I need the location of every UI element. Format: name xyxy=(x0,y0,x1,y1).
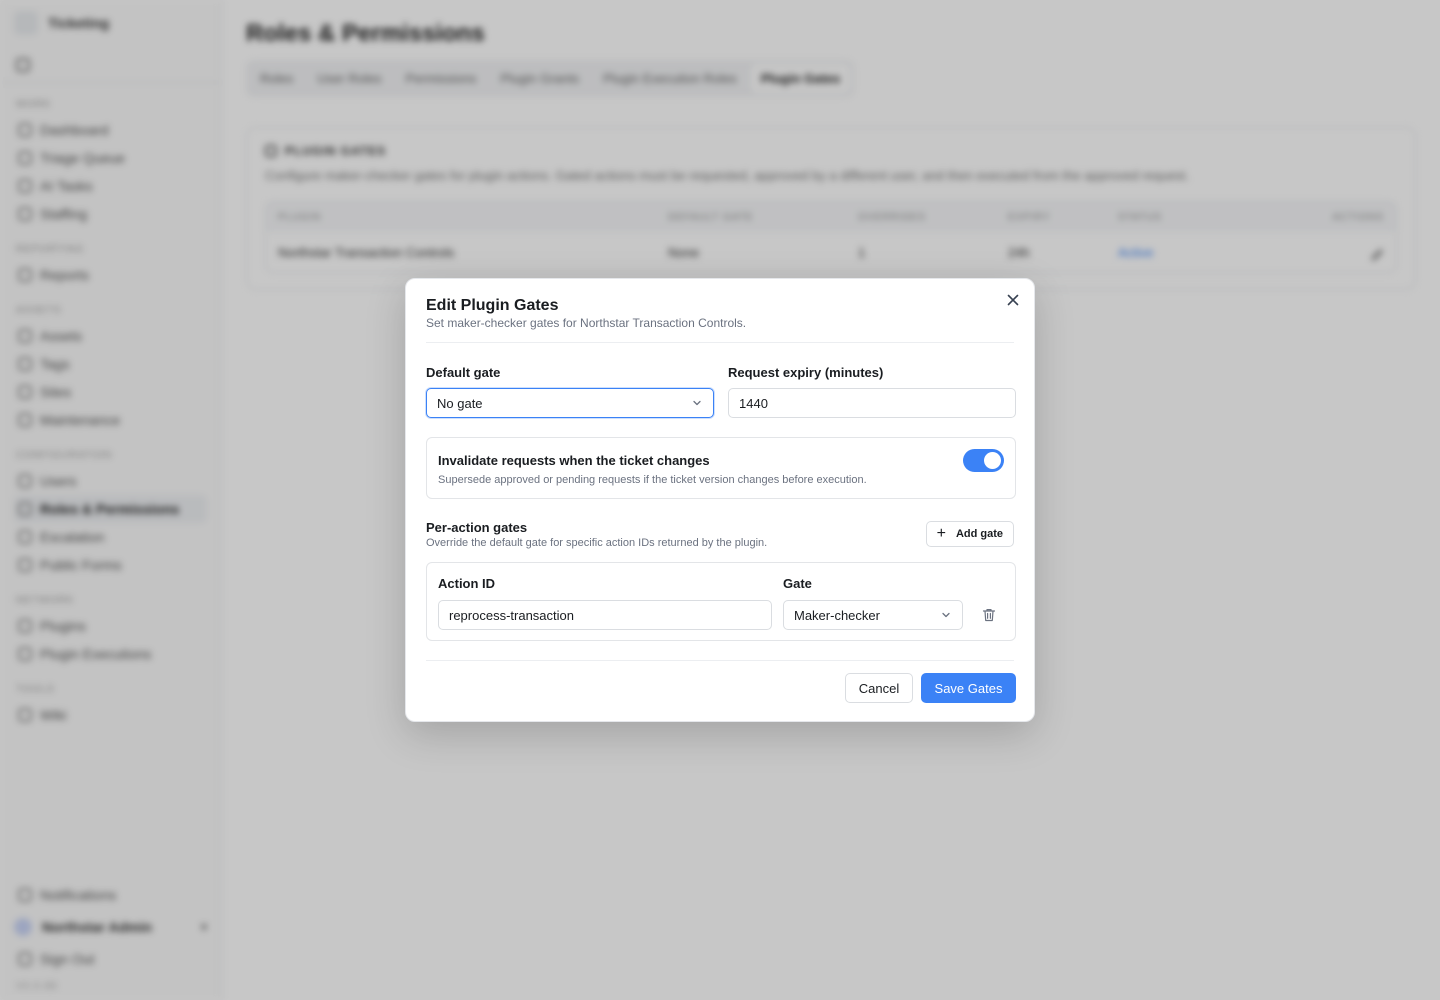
plus-icon: + xyxy=(936,525,946,542)
cancel-button[interactable]: Cancel xyxy=(845,673,913,703)
request-expiry-label: Request expiry (minutes) xyxy=(728,365,884,380)
per-action-gates-title: Per-action gates xyxy=(426,520,528,535)
add-gate-label: Add gate xyxy=(955,528,1003,540)
invalidate-requests-description: Supersede approved or pending requests i… xyxy=(438,474,867,486)
default-gate-select[interactable]: No gate xyxy=(426,388,714,418)
chevron-down-icon xyxy=(693,400,701,406)
default-gate-value: No gate xyxy=(437,395,483,411)
gate-select[interactable]: Maker-checker xyxy=(783,600,963,630)
action-id-input[interactable] xyxy=(438,600,772,630)
gate-value: Maker-checker xyxy=(794,607,880,623)
save-gates-button[interactable]: Save Gates xyxy=(921,673,1016,703)
default-gate-label: Default gate xyxy=(426,365,501,380)
invalidate-requests-title: Invalidate requests when the ticket chan… xyxy=(438,453,710,468)
toggle-knob xyxy=(984,452,1001,469)
request-expiry-input[interactable] xyxy=(728,388,1016,418)
trash-icon xyxy=(982,609,996,622)
delete-gate-button[interactable] xyxy=(979,605,999,625)
close-button[interactable] xyxy=(1004,291,1022,309)
close-icon xyxy=(1007,294,1019,306)
per-action-gates-description: Override the default gate for specific a… xyxy=(426,537,768,549)
edit-plugin-gates-dialog: Edit Plugin Gates Set maker-checker gate… xyxy=(405,278,1035,722)
divider xyxy=(426,660,1014,661)
action-id-label: Action ID xyxy=(438,576,496,591)
invalidate-requests-card: Invalidate requests when the ticket chan… xyxy=(426,437,1016,499)
chevron-down-icon xyxy=(942,612,950,618)
add-gate-button[interactable]: + Add gate xyxy=(925,521,1014,547)
dialog-title: Edit Plugin Gates xyxy=(426,297,559,314)
gate-label: Gate xyxy=(783,576,812,591)
divider xyxy=(426,342,1014,343)
dialog-subtitle: Set maker-checker gates for Northstar Tr… xyxy=(426,316,747,330)
invalidate-requests-toggle[interactable] xyxy=(963,449,1004,472)
